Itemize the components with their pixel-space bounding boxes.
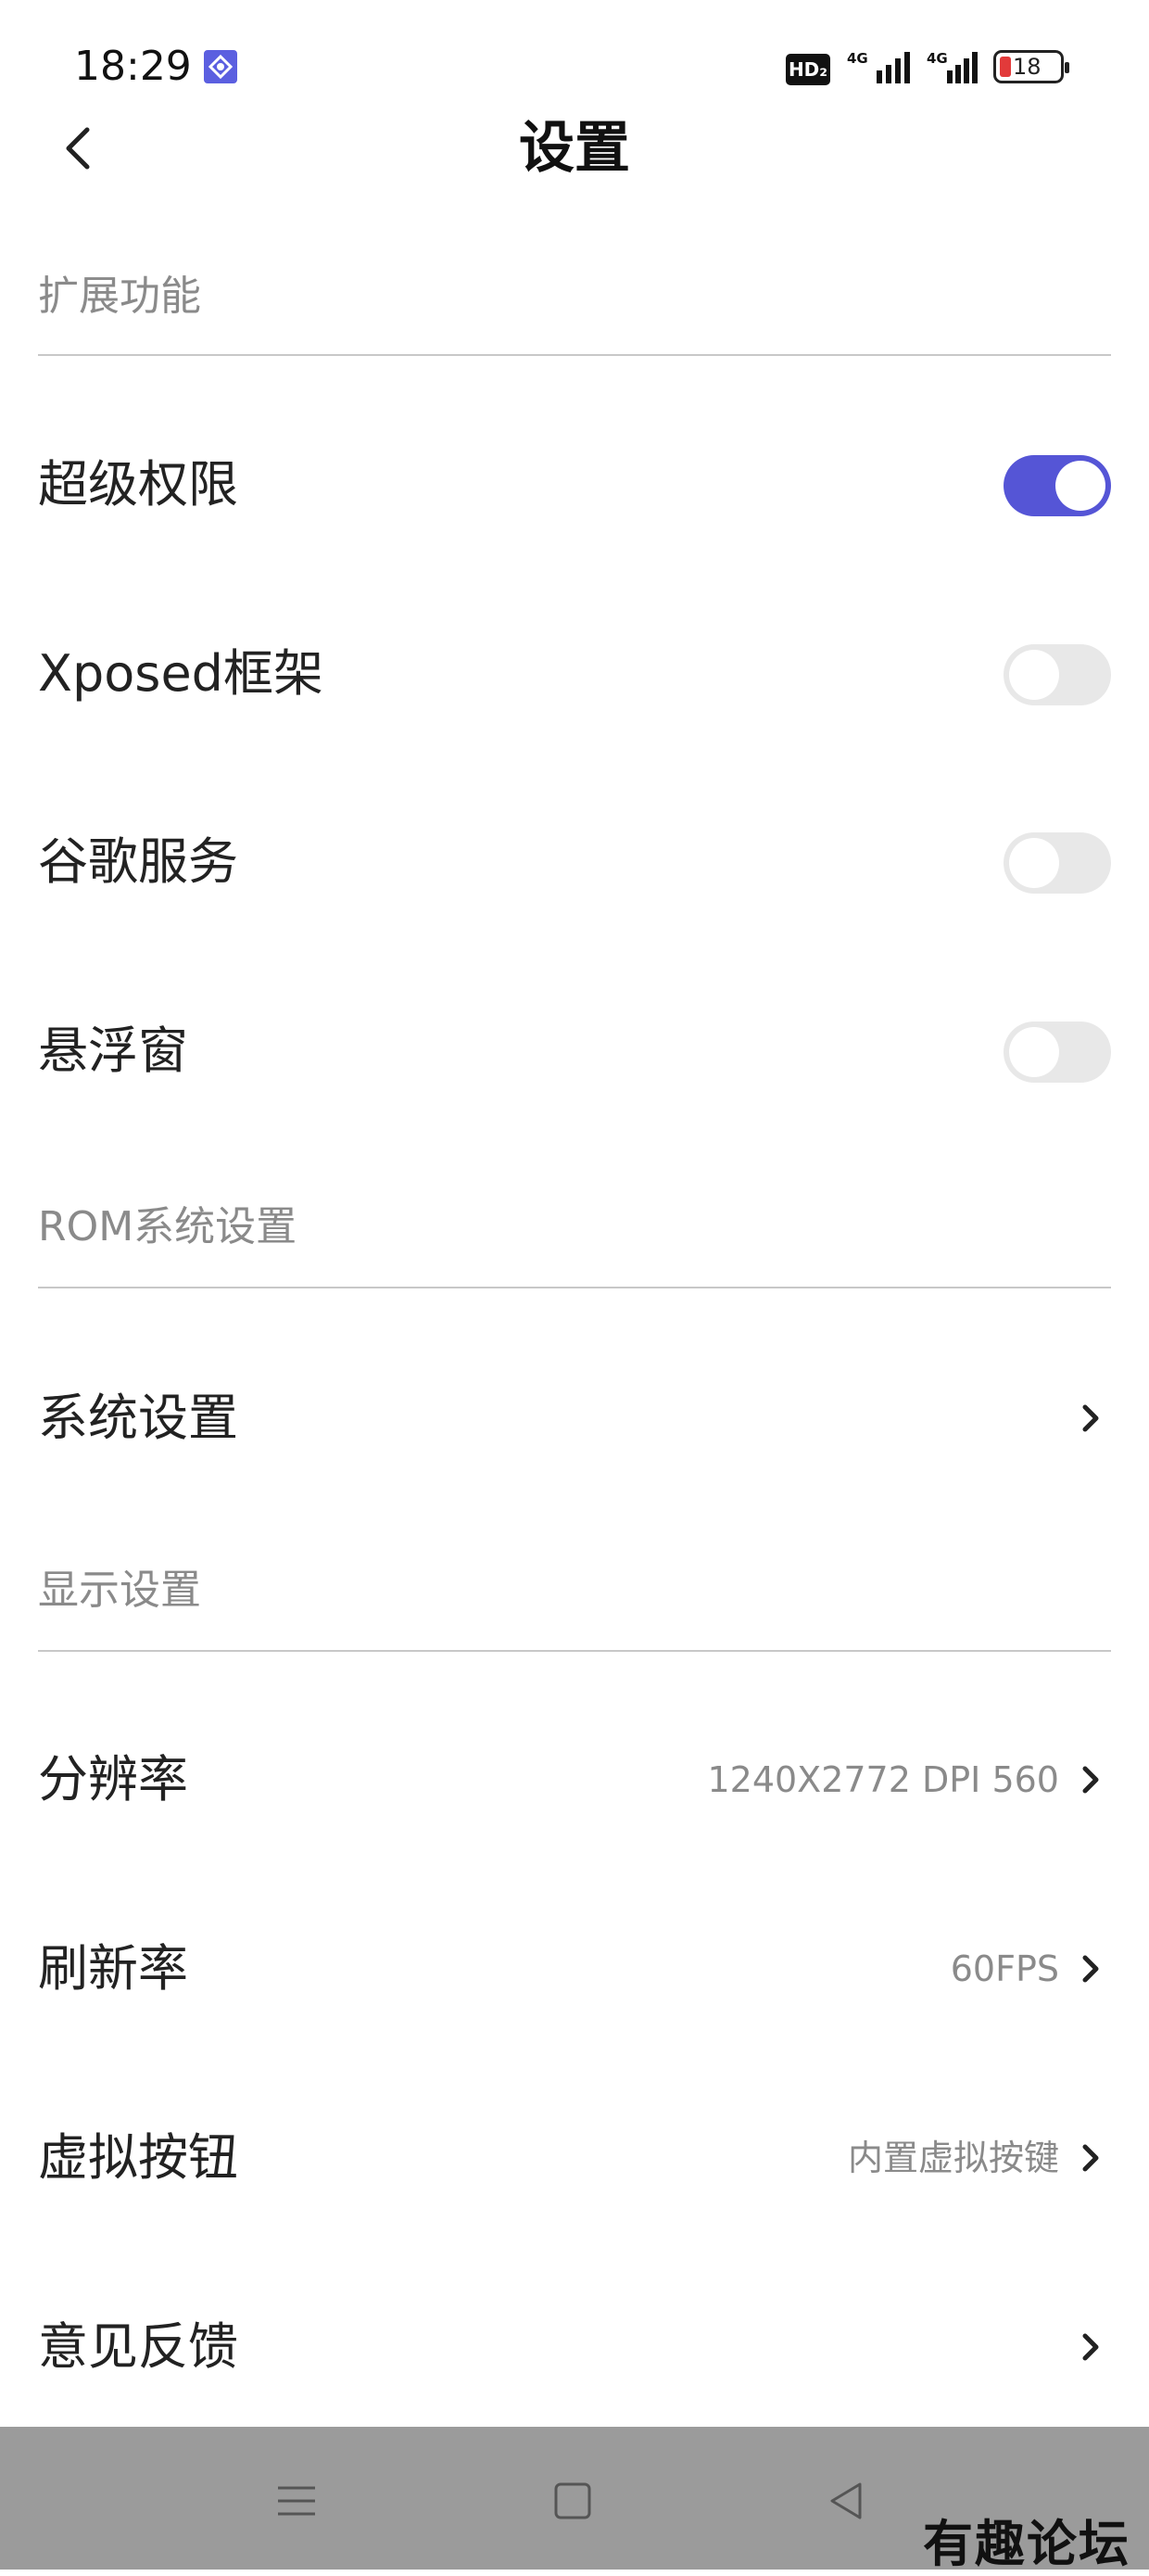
setting-label: Xposed框架 [38, 644, 323, 703]
google-services-toggle[interactable] [1004, 832, 1111, 894]
toggle-knob [1009, 650, 1059, 700]
setting-floating-window[interactable]: 悬浮窗 [38, 996, 1111, 1107]
signal-4g-2-icon: 4G [925, 48, 980, 85]
setting-value: 内置虚拟按键 [847, 2138, 1059, 2178]
setting-refresh-rate[interactable]: 刷新率 60FPS [38, 1913, 1111, 2024]
battery-icon: 18 [993, 50, 1069, 83]
setting-google-services[interactable]: 谷歌服务 [38, 806, 1111, 918]
section-header-display: 显示设置 [38, 1554, 1111, 1652]
setting-label: 超级权限 [38, 455, 238, 514]
toggle-knob [1055, 461, 1105, 511]
chevron-right-icon [1082, 1766, 1099, 1794]
chevron-right-icon [1082, 1404, 1099, 1432]
chevron-right-icon [1082, 2144, 1099, 2172]
setting-label: 谷歌服务 [38, 832, 238, 891]
section-header-extensions: 扩展功能 [38, 260, 1111, 356]
toggle-knob [1009, 838, 1059, 888]
section-header-rom: ROM系统设置 [38, 1190, 1111, 1288]
setting-virtual-buttons[interactable]: 虚拟按钮 内置虚拟按键 [38, 2102, 1111, 2214]
floating-window-toggle[interactable] [1004, 1022, 1111, 1083]
setting-label: 系统设置 [38, 1389, 238, 1447]
setting-xposed[interactable]: Xposed框架 [38, 618, 1111, 730]
signal-4g-1-icon: 4G [843, 48, 912, 85]
setting-label: 刷新率 [38, 1939, 188, 1998]
xposed-toggle[interactable] [1004, 644, 1111, 705]
back-arrow-icon[interactable] [52, 115, 107, 180]
super-permission-toggle[interactable] [1004, 455, 1111, 516]
header: 设置 [0, 111, 1149, 185]
signal2-label: 4G [927, 50, 948, 67]
setting-label: 分辨率 [38, 1750, 188, 1808]
page-title: 设置 [519, 116, 630, 181]
home-square-icon[interactable] [545, 2473, 600, 2529]
setting-label: 虚拟按钮 [38, 2128, 238, 2187]
watermark: 有趣论坛 [923, 2514, 1130, 2573]
status-bar: 18:29 HD₂ 4G 4G 18 [0, 0, 1149, 111]
hd-voice-icon: HD₂ [786, 54, 830, 85]
back-triangle-icon[interactable] [819, 2473, 875, 2529]
setting-label: 悬浮窗 [38, 1022, 188, 1080]
chevron-right-icon [1082, 1955, 1099, 1983]
setting-system-settings[interactable]: 系统设置 [38, 1363, 1111, 1474]
setting-resolution[interactable]: 分辨率 1240X2772 DPI 560 [38, 1724, 1111, 1835]
battery-level: 18 [1013, 54, 1042, 80]
chevron-right-icon [1082, 2333, 1099, 2361]
toggle-knob [1009, 1027, 1059, 1077]
setting-value: 1240X2772 DPI 560 [707, 1759, 1059, 1800]
menu-icon[interactable] [269, 2473, 324, 2529]
setting-super-permission[interactable]: 超级权限 [38, 429, 1111, 540]
status-time: 18:29 [74, 43, 192, 90]
app-notification-icon [204, 50, 237, 83]
setting-value: 60FPS [950, 1948, 1059, 1989]
setting-feedback[interactable]: 意见反馈 [38, 2291, 1111, 2403]
signal1-label: 4G [847, 50, 868, 67]
setting-label: 意见反馈 [38, 2317, 238, 2376]
